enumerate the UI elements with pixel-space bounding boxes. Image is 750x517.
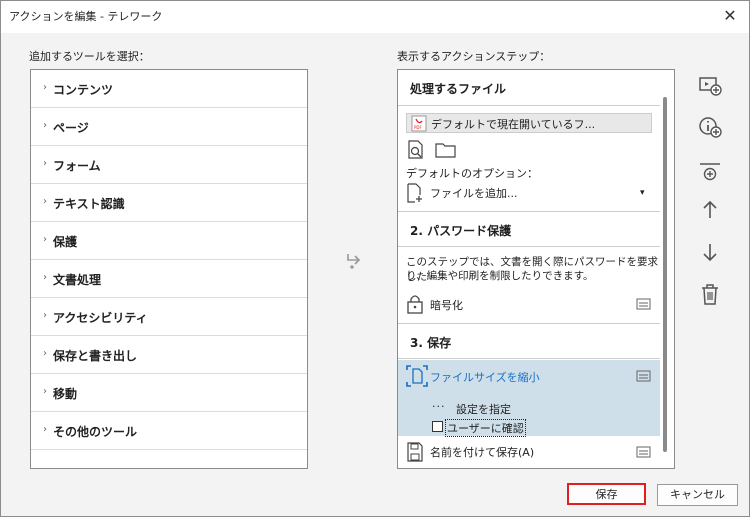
- tool-item-forms[interactable]: › フォーム: [31, 146, 307, 184]
- edit-action-dialog: アクションを編集 - テレワーク ✕ 追加するツールを選択： 表示するアクション…: [0, 0, 750, 517]
- step-settings-icon[interactable]: [636, 370, 651, 382]
- move-down-arrow-icon[interactable]: [697, 239, 723, 265]
- tool-item-document-processing[interactable]: › 文書処理: [31, 260, 307, 298]
- preview-search-icon[interactable]: [406, 140, 426, 160]
- chevron-right-icon: ›: [43, 82, 47, 93]
- step-settings-icon[interactable]: [636, 298, 651, 310]
- scrollbar-thumb[interactable]: [663, 97, 667, 452]
- tool-item-other[interactable]: › その他のツール: [31, 412, 307, 450]
- tool-item-accessibility[interactable]: › アクセシビリティ: [31, 298, 307, 336]
- tool-item-navigate[interactable]: › 移動: [31, 374, 307, 412]
- step-settings-icon[interactable]: [636, 446, 651, 458]
- chevron-right-icon: ›: [43, 424, 47, 435]
- password-desc-line2: り、編集や印刷を制限したりできます。: [406, 270, 594, 282]
- tool-item-content[interactable]: › コンテンツ: [31, 70, 307, 108]
- more-dots-icon: ···: [432, 400, 446, 413]
- move-up-arrow-icon[interactable]: [697, 197, 723, 223]
- confirm-user-checkbox[interactable]: [432, 421, 443, 432]
- titlebar: アクションを編集 - テレワーク ✕: [1, 1, 749, 33]
- pdf-file-icon: PDF: [411, 115, 427, 132]
- section-files-header: 処理するファイル: [398, 70, 660, 106]
- dropdown-arrow-icon[interactable]: ▾: [640, 186, 645, 201]
- section-password-header: 2. パスワード保護: [398, 211, 660, 247]
- tool-item-pages[interactable]: › ページ: [31, 108, 307, 146]
- chevron-right-icon: ›: [43, 120, 47, 131]
- default-option-select[interactable]: ファイルを追加...: [430, 186, 518, 201]
- specify-settings[interactable]: 設定を指定: [456, 401, 511, 417]
- step-save-as[interactable]: 名前を付けて保存(A): [430, 445, 534, 460]
- add-stop-icon[interactable]: [697, 72, 723, 98]
- tool-item-save-export[interactable]: › 保存と書き出し: [31, 336, 307, 374]
- add-step-arrow-icon[interactable]: [344, 251, 364, 271]
- confirm-user-label[interactable]: ユーザーに確認: [445, 419, 526, 437]
- lock-icon: [407, 295, 423, 314]
- reduce-size-icon: [406, 365, 428, 387]
- chevron-right-icon: ›: [43, 234, 47, 245]
- svg-text:PDF: PDF: [414, 125, 422, 130]
- step-reduce-size-selected[interactable]: ファイルサイズを縮小 ··· 設定を指定 ユーザーに確認: [398, 360, 660, 437]
- tool-item-ocr[interactable]: › テキスト認識: [31, 184, 307, 222]
- chevron-right-icon: ›: [43, 158, 47, 169]
- add-file-icon: [407, 183, 422, 203]
- tool-list: › コンテンツ › ページ › フォーム › テキスト認識 › 保護 › 文書処理 › アクセ…: [30, 69, 308, 469]
- trash-icon[interactable]: [697, 281, 723, 307]
- window-title: アクションを編集 - テレワーク: [9, 10, 163, 23]
- action-steps-list: 処理するファイル PDF デフォルトで現在開いているフ... デフォルトのオプシ…: [397, 69, 675, 469]
- tool-item-protect[interactable]: › 保護: [31, 222, 307, 260]
- section-save-header: 3. 保存: [398, 323, 660, 359]
- add-instruction-icon[interactable]: [697, 114, 723, 140]
- file-item[interactable]: PDF デフォルトで現在開いているフ...: [406, 113, 652, 133]
- save-button[interactable]: 保存: [567, 483, 646, 505]
- save-disk-icon: [407, 442, 423, 462]
- folder-icon[interactable]: [435, 142, 457, 158]
- chevron-right-icon: ›: [43, 310, 47, 321]
- chevron-right-icon: ›: [43, 196, 47, 207]
- chevron-right-icon: ›: [43, 272, 47, 283]
- close-icon[interactable]: ✕: [719, 5, 741, 27]
- chevron-right-icon: ›: [43, 348, 47, 359]
- default-options-label: デフォルトのオプション：: [406, 167, 538, 180]
- cancel-button[interactable]: キャンセル: [657, 484, 738, 506]
- tools-label: 追加するツールを選択：: [29, 50, 150, 63]
- step-encrypt[interactable]: 暗号化: [430, 298, 463, 313]
- steps-label: 表示するアクションステップ：: [397, 50, 551, 63]
- chevron-right-icon: ›: [43, 386, 47, 397]
- step-reduce-size-label: ファイルサイズを縮小: [430, 371, 540, 384]
- add-panel-separator-icon[interactable]: [697, 159, 723, 185]
